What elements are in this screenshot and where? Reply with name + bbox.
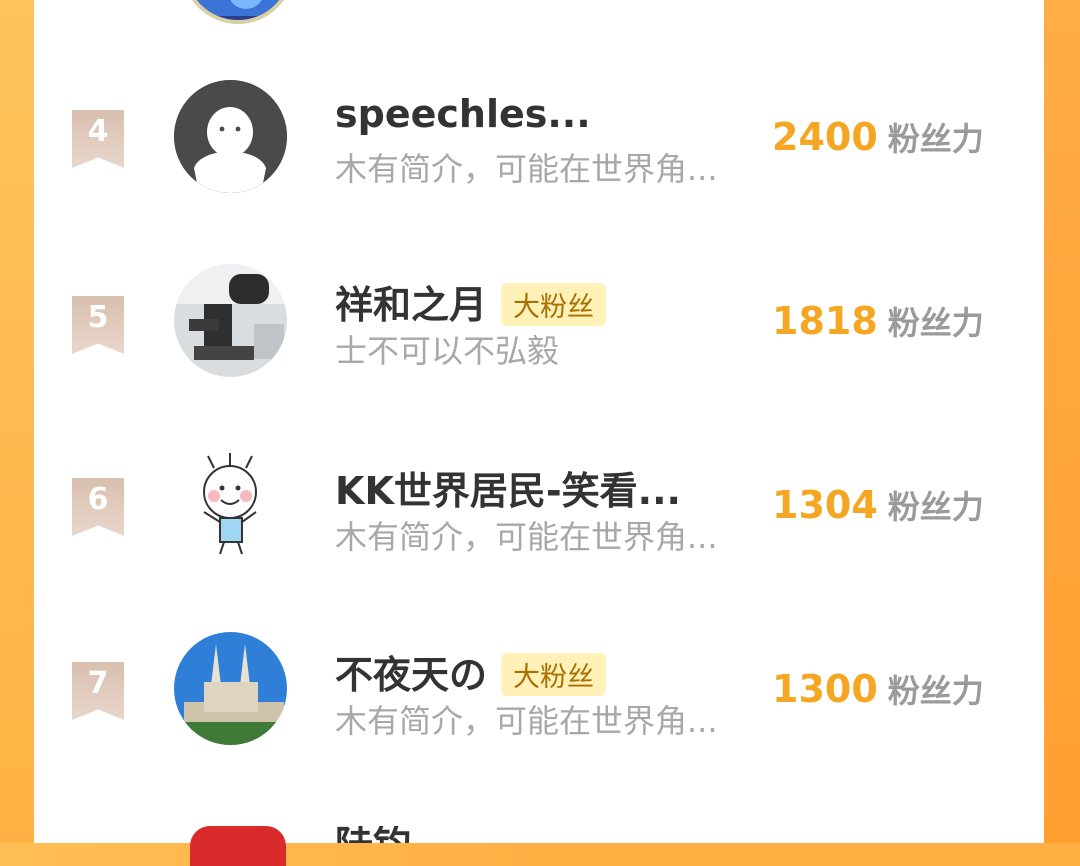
avatar[interactable]	[174, 448, 287, 561]
fan-score: 1300 粉丝力	[772, 666, 984, 712]
partial-avatar[interactable]	[190, 826, 286, 866]
fan-score-unit: 粉丝力	[887, 120, 984, 158]
rank-badge: 7	[72, 662, 124, 720]
microscope-photo-icon	[174, 264, 287, 377]
fan-score-unit: 粉丝力	[887, 488, 984, 526]
list-item[interactable]: 6 KK世界居民-笑看... 木有简介，可能在世界角... 1304 粉丝力	[34, 430, 1044, 580]
fan-score-value: 1304	[772, 483, 878, 527]
rank-badge: 6	[72, 478, 124, 536]
background-left	[0, 0, 34, 843]
background-right	[1044, 0, 1080, 843]
big-fan-badge: 大粉丝	[501, 653, 607, 696]
fan-score-value: 1818	[772, 299, 878, 343]
user-bio: 木有简介，可能在世界角...	[335, 150, 718, 188]
user-name[interactable]: speechles...	[335, 92, 591, 136]
user-name-text[interactable]: speechles...	[335, 92, 591, 136]
fan-score-unit: 粉丝力	[887, 304, 984, 342]
partial-user-name-text[interactable]: 陆钧	[335, 826, 411, 843]
user-name-text[interactable]: 不夜天の	[335, 653, 487, 697]
avatar-image-icon	[186, 0, 290, 20]
user-name[interactable]: 祥和之月 大粉丝	[335, 274, 607, 329]
user-name-text[interactable]: KK世界居民-笑看...	[335, 469, 681, 513]
fan-score-unit: 粉丝力	[887, 672, 984, 710]
fan-score: 1818 粉丝力	[772, 298, 984, 344]
fan-score: 2400 粉丝力	[772, 114, 984, 160]
avatar[interactable]	[174, 264, 287, 377]
list-item[interactable]: 4 speechles... 木有简介，可能在世界角... 2400 粉丝力	[34, 62, 1044, 212]
fan-score: 1304 粉丝力	[772, 482, 984, 528]
user-bio: 木有简介，可能在世界角...	[335, 518, 718, 556]
partial-top-avatar	[182, 0, 294, 24]
rank-badge: 4	[72, 110, 124, 168]
smiling-doodle-icon	[174, 448, 287, 561]
user-name[interactable]: 不夜天の 大粉丝	[335, 644, 607, 699]
avatar[interactable]	[174, 632, 287, 745]
avatar[interactable]	[174, 80, 287, 193]
fan-score-value: 2400	[772, 115, 878, 159]
user-name[interactable]: KK世界居民-笑看...	[335, 460, 681, 515]
user-name-text[interactable]: 祥和之月	[335, 283, 487, 327]
user-bio: 士不可以不弘毅	[335, 332, 560, 370]
fan-ranking-list: 4 speechles... 木有简介，可能在世界角... 2400粉丝力 5	[34, 0, 1044, 866]
default-user-icon	[174, 80, 287, 193]
list-item[interactable]: 5 祥和之月 大粉丝 士不可以不弘毅 1818 粉丝力	[34, 246, 1044, 396]
rank-badge: 5	[72, 296, 124, 354]
big-fan-badge: 大粉丝	[501, 283, 607, 326]
fan-score-value: 1300	[772, 667, 878, 711]
partial-user-name[interactable]: 陆钧	[335, 826, 411, 843]
user-bio: 木有简介，可能在世界角...	[335, 702, 718, 740]
list-item[interactable]: 7 不夜天の 大粉丝 木有简介，可能在世界角... 1300 粉丝力	[34, 614, 1044, 764]
cathedral-photo-icon	[174, 632, 287, 745]
